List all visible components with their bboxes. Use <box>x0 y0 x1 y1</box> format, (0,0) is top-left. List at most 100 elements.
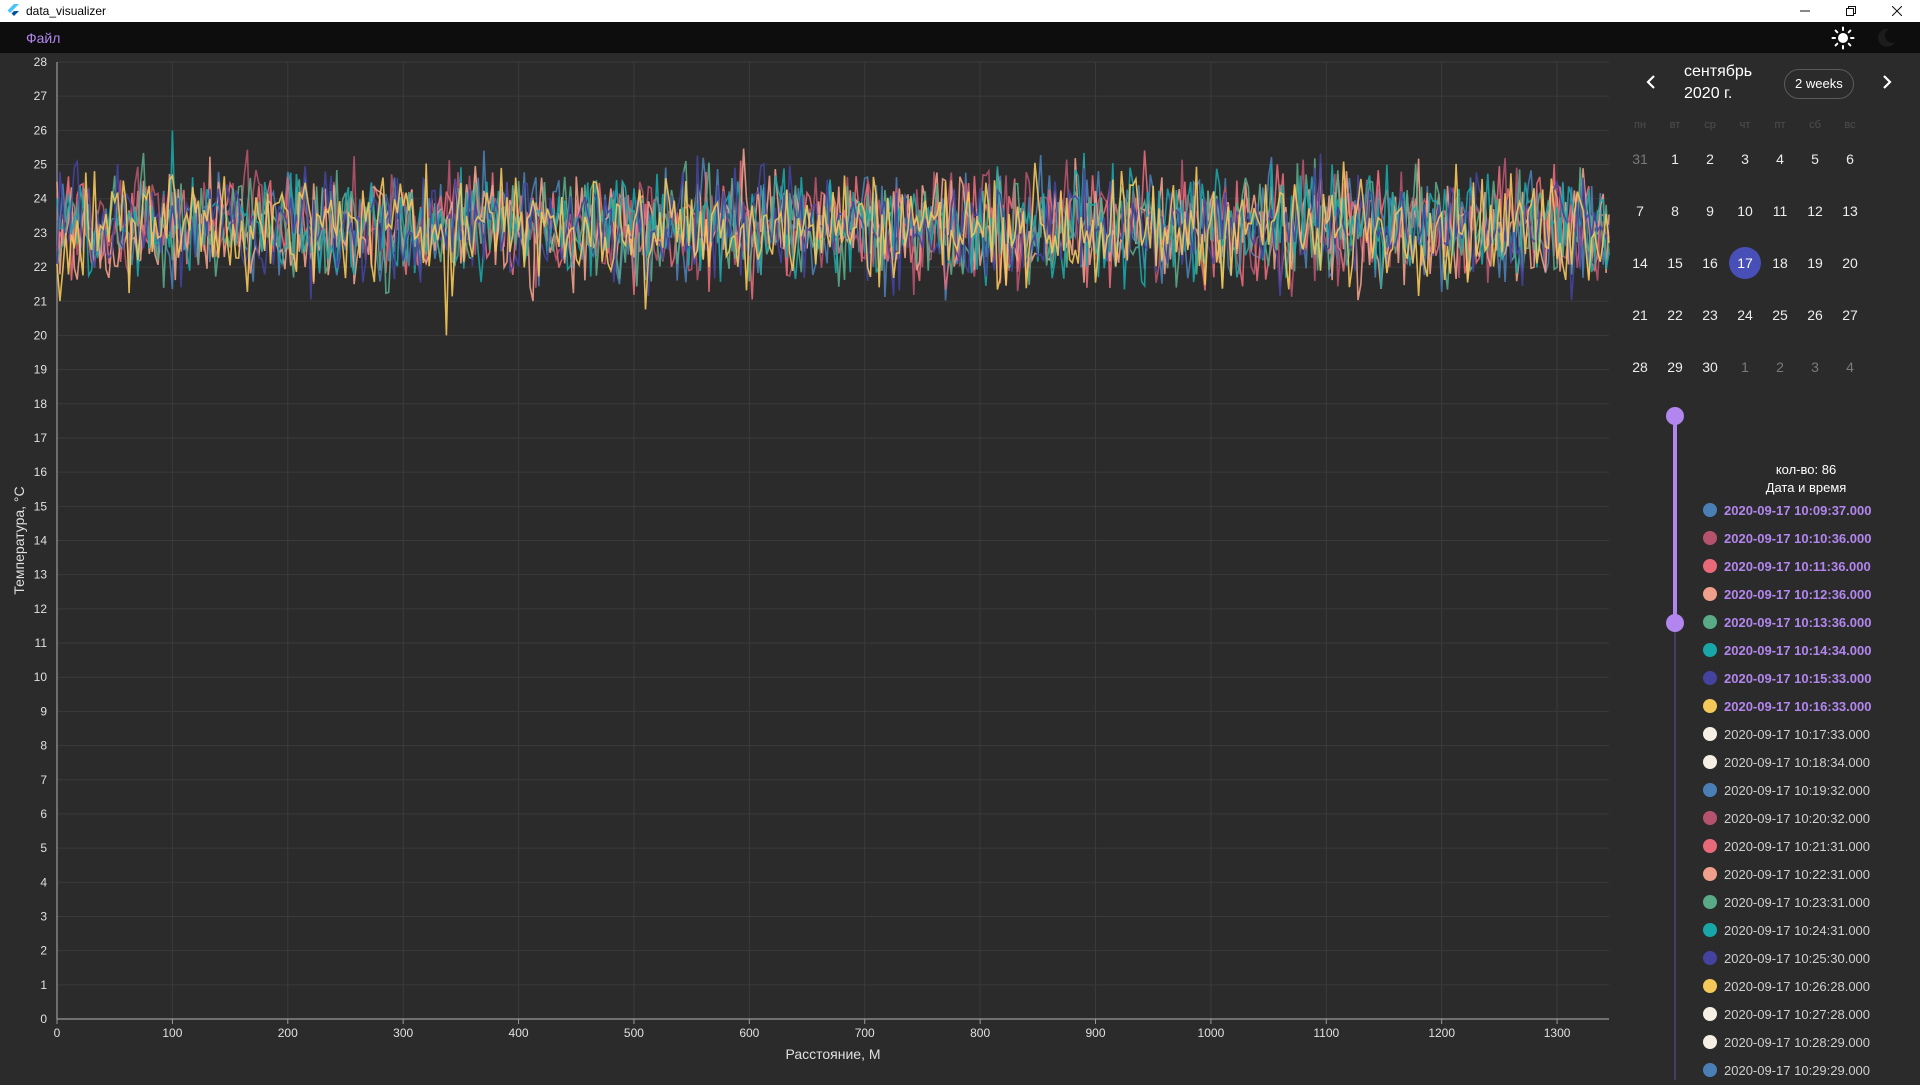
calendar-day[interactable]: 19 <box>1799 247 1831 279</box>
calendar-day[interactable]: 8 <box>1659 195 1691 227</box>
timestamp-item[interactable]: 2020-09-17 10:15:33.000 <box>1703 664 1918 692</box>
timestamp-item[interactable]: 2020-09-17 10:25:30.000 <box>1703 944 1918 972</box>
range-slider-start-handle[interactable] <box>1666 407 1684 425</box>
calendar-day[interactable]: 24 <box>1729 299 1761 331</box>
y-tick-label: 28 <box>34 55 48 69</box>
calendar-day[interactable]: 29 <box>1659 351 1691 383</box>
y-tick-label: 11 <box>35 636 48 650</box>
calendar-day[interactable]: 7 <box>1624 195 1656 227</box>
y-tick-label: 10 <box>34 670 48 684</box>
calendar-day[interactable]: 4 <box>1834 351 1866 383</box>
calendar-day[interactable]: 11 <box>1764 195 1796 227</box>
calendar-day[interactable]: 26 <box>1799 299 1831 331</box>
calendar-day[interactable]: 20 <box>1834 247 1866 279</box>
calendar-day[interactable]: 4 <box>1764 143 1796 175</box>
timestamp-label: 2020-09-17 10:12:36.000 <box>1724 586 1872 602</box>
timestamp-item[interactable]: 2020-09-17 10:27:28.000 <box>1703 1000 1918 1028</box>
calendar-day[interactable]: 18 <box>1764 247 1796 279</box>
calendar-day[interactable]: 25 <box>1764 299 1796 331</box>
temperature-chart[interactable]: 0 1 2 3 4 5 6 7 8 9 10 11 12 13 14 15 16 17 18 19 20 21 22 23 24… <box>0 53 1610 1080</box>
calendar-day[interactable]: 2 <box>1694 143 1726 175</box>
timestamp-item[interactable]: 2020-09-17 10:12:36.000 <box>1703 580 1918 608</box>
y-tick-label: 23 <box>34 226 48 240</box>
calendar-day[interactable]: 3 <box>1799 351 1831 383</box>
timestamp-item[interactable]: 2020-09-17 10:26:28.000 <box>1703 972 1918 1000</box>
calendar-day[interactable]: 2 <box>1764 351 1796 383</box>
menu-bar: Файл <box>0 22 1920 53</box>
moon-icon[interactable] <box>1874 26 1898 50</box>
calendar-day[interactable]: 16 <box>1694 247 1726 279</box>
y-tick-label: 20 <box>34 328 48 342</box>
timestamp-item[interactable]: 2020-09-17 10:10:36.000 <box>1703 524 1918 552</box>
y-tick-label: 27 <box>34 89 48 103</box>
y-tick-label: 22 <box>34 260 48 274</box>
timestamp-item[interactable]: 2020-09-17 10:21:31.000 <box>1703 832 1918 860</box>
calendar-day[interactable]: 31 <box>1624 143 1656 175</box>
calendar-day-selected[interactable]: 17 <box>1729 247 1761 279</box>
timestamp-label: 2020-09-17 10:29:29.000 <box>1724 1062 1871 1078</box>
calendar-day[interactable]: 3 <box>1729 143 1761 175</box>
timestamp-item[interactable]: 2020-09-17 10:09:37.000 <box>1703 496 1918 524</box>
calendar-day[interactable]: 21 <box>1624 299 1656 331</box>
calendar-day[interactable]: 27 <box>1834 299 1866 331</box>
timestamp-item[interactable]: 2020-09-17 10:19:32.000 <box>1703 776 1918 804</box>
y-tick-label: 5 <box>40 841 47 855</box>
calendar-day[interactable]: 10 <box>1729 195 1761 227</box>
x-axis-title: Расстояние, М <box>785 1046 880 1062</box>
calendar-day[interactable]: 28 <box>1624 351 1656 383</box>
calendar-day[interactable]: 5 <box>1799 143 1831 175</box>
weekday-label: сб <box>1809 119 1821 131</box>
calendar-day[interactable]: 12 <box>1799 195 1831 227</box>
y-tick-label: 3 <box>40 909 47 923</box>
calendar-day[interactable]: 22 <box>1659 299 1691 331</box>
timestamp-label: 2020-09-17 10:21:31.000 <box>1724 838 1871 854</box>
calendar-day[interactable]: 1 <box>1659 143 1691 175</box>
weekday-label: вт <box>1669 119 1681 131</box>
timestamp-item[interactable]: 2020-09-17 10:13:36.000 <box>1703 608 1918 636</box>
timestamp-item[interactable]: 2020-09-17 10:20:32.000 <box>1703 804 1918 832</box>
restore-button[interactable] <box>1828 0 1874 22</box>
timestamp-item[interactable]: 2020-09-17 10:17:33.000 <box>1703 720 1918 748</box>
timestamp-item[interactable]: 2020-09-17 10:22:31.000 <box>1703 860 1918 888</box>
calendar-day[interactable]: 6 <box>1834 143 1866 175</box>
series-color-dot <box>1703 979 1717 993</box>
series-color-dot <box>1703 811 1717 825</box>
calendar-day[interactable]: 15 <box>1659 247 1691 279</box>
right-panel: сентябрь 2020 г. 2 weeks пн вт ср чт пт сб вс … <box>1610 53 1920 1080</box>
series-color-dot <box>1703 923 1717 937</box>
series-color-dot <box>1703 867 1717 881</box>
calendar-format-button[interactable]: 2 weeks <box>1784 69 1854 99</box>
timestamp-item[interactable]: 2020-09-17 10:29:29.000 <box>1703 1056 1918 1080</box>
timestamp-item[interactable]: 2020-09-17 10:11:36.000 <box>1703 552 1918 580</box>
timestamp-item[interactable]: 2020-09-17 10:16:33.000 <box>1703 692 1918 720</box>
minimize-icon <box>1800 10 1810 12</box>
menu-file[interactable]: Файл <box>26 30 60 46</box>
y-tick-label: 18 <box>34 397 48 411</box>
timestamp-item[interactable]: 2020-09-17 10:18:34.000 <box>1703 748 1918 776</box>
minimize-button[interactable] <box>1782 0 1828 22</box>
range-slider-rail[interactable] <box>1674 617 1676 1080</box>
timestamp-item[interactable]: 2020-09-17 10:23:31.000 <box>1703 888 1918 916</box>
timestamp-item[interactable]: 2020-09-17 10:14:34.000 <box>1703 636 1918 664</box>
window-title: data_visualizer <box>26 4 107 18</box>
prev-month-button[interactable] <box>1636 67 1666 97</box>
sun-icon[interactable] <box>1831 26 1855 50</box>
calendar-day[interactable]: 14 <box>1624 247 1656 279</box>
next-month-button[interactable] <box>1872 67 1902 97</box>
x-tick-label: 1200 <box>1428 1026 1455 1040</box>
restore-icon <box>1846 6 1856 16</box>
timestamp-item[interactable]: 2020-09-17 10:24:31.000 <box>1703 916 1918 944</box>
calendar-day[interactable]: 9 <box>1694 195 1726 227</box>
timestamp-label: 2020-09-17 10:23:31.000 <box>1724 894 1871 910</box>
timestamp-item[interactable]: 2020-09-17 10:28:29.000 <box>1703 1028 1918 1056</box>
weekday-label: чт <box>1739 119 1751 131</box>
calendar-day[interactable]: 13 <box>1834 195 1866 227</box>
range-slider-track[interactable] <box>1673 417 1677 617</box>
calendar-day[interactable]: 1 <box>1729 351 1761 383</box>
range-slider-end-handle[interactable] <box>1666 614 1684 632</box>
close-window-button[interactable] <box>1874 0 1920 22</box>
timestamp-label: 2020-09-17 10:24:31.000 <box>1724 922 1871 938</box>
calendar-day[interactable]: 23 <box>1694 299 1726 331</box>
calendar-day[interactable]: 30 <box>1694 351 1726 383</box>
timestamp-label: 2020-09-17 10:26:28.000 <box>1724 978 1871 994</box>
